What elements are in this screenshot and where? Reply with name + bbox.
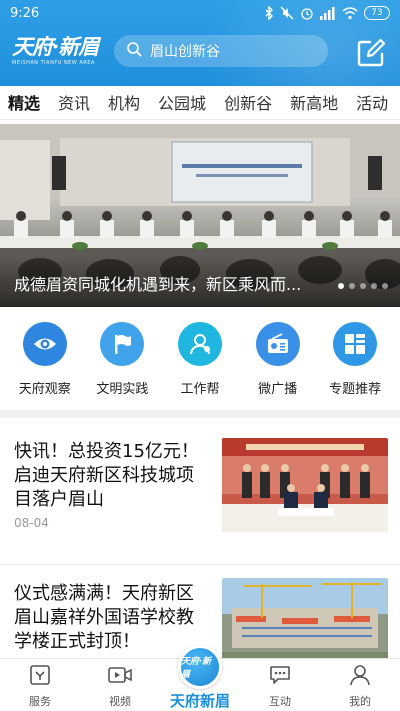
banner-carousel[interactable]: 成德眉资同城化机遇到来，新区乘风而... bbox=[0, 124, 400, 307]
tab-gongyuancheng[interactable]: 公园城 bbox=[158, 90, 206, 114]
news-title: 快讯！总投资15亿元！启迪天府新区科技城项目落户眉山 bbox=[14, 441, 199, 510]
profile-icon bbox=[349, 664, 371, 690]
news-item[interactable]: 快讯！总投资15亿元！启迪天府新区科技城项目落户眉山 08-04 bbox=[0, 438, 400, 558]
edit-button[interactable] bbox=[356, 38, 386, 68]
mute-icon bbox=[280, 6, 294, 20]
quick-entry-topics[interactable]: 专题推荐 bbox=[317, 318, 393, 404]
nav-label: 互动 bbox=[269, 695, 291, 708]
nav-label: 天府新眉 bbox=[169, 692, 230, 710]
bottom-navigation: 服务 视频 天府·新眉 天府新眉 互动 我的 bbox=[0, 645, 400, 711]
signal-icon bbox=[320, 6, 336, 20]
tab-chuangxingu[interactable]: 创新谷 bbox=[224, 90, 272, 114]
quick-entry-tianfu-observe[interactable]: 天府观察 bbox=[7, 318, 83, 404]
nav-interact[interactable]: 互动 bbox=[240, 659, 320, 711]
alarm-icon bbox=[300, 6, 314, 20]
search-icon bbox=[126, 41, 142, 61]
nav-label: 视频 bbox=[109, 695, 131, 708]
quick-entry-civilization[interactable]: 文明实践 bbox=[84, 318, 160, 404]
nav-home[interactable]: 天府·新眉 天府新眉 bbox=[160, 645, 240, 711]
search-input[interactable]: 眉山创新谷 bbox=[114, 35, 328, 67]
carousel-dot bbox=[349, 283, 355, 289]
app-bar: 天府·新眉 MEISHAN TIANFU NEW AREA 眉山创新谷 bbox=[0, 26, 400, 80]
status-time: 9:26 bbox=[10, 5, 40, 21]
news-date: 08-04 bbox=[14, 516, 49, 530]
logo-text: 天府·新眉 bbox=[12, 34, 99, 59]
flag-icon bbox=[100, 322, 145, 366]
bluetooth-icon bbox=[264, 6, 274, 20]
app-logo: 天府·新眉 MEISHAN TIANFU NEW AREA bbox=[12, 31, 108, 75]
news-divider bbox=[0, 564, 400, 565]
carousel-dot bbox=[382, 283, 388, 289]
nav-profile[interactable]: 我的 bbox=[320, 659, 400, 711]
tab-xingaodi[interactable]: 新高地 bbox=[290, 90, 338, 114]
logo-subtitle: MEISHAN TIANFU NEW AREA bbox=[12, 60, 95, 66]
topic-grid-icon bbox=[333, 322, 378, 366]
eye-icon bbox=[22, 322, 67, 366]
quick-entry-label: 工作帮 bbox=[180, 382, 220, 397]
edit-icon bbox=[356, 38, 386, 72]
tabs-divider bbox=[0, 119, 400, 120]
nav-service[interactable]: 服务 bbox=[0, 659, 80, 711]
quick-entry-micro-broadcast[interactable]: 微广播 bbox=[240, 318, 316, 404]
tab-jingxuan[interactable]: 精选 bbox=[8, 90, 40, 114]
battery-indicator: 73 bbox=[364, 6, 390, 20]
quick-entries: 天府观察 文明实践 工作帮 微广播 专题推荐 bbox=[0, 318, 400, 404]
carousel-dot bbox=[371, 283, 377, 289]
nav-label: 我的 bbox=[349, 695, 371, 708]
status-icons: 73 bbox=[264, 6, 390, 20]
quick-entry-label: 文明实践 bbox=[96, 382, 149, 397]
carousel-indicator bbox=[338, 283, 388, 289]
section-separator bbox=[0, 410, 400, 418]
category-tabs: 精选 资讯 机构 公园城 创新谷 新高地 活动 bbox=[0, 86, 400, 118]
chat-icon bbox=[269, 664, 291, 690]
service-icon bbox=[29, 664, 51, 690]
wifi-icon bbox=[342, 6, 358, 20]
tab-zixun[interactable]: 资讯 bbox=[58, 90, 90, 114]
search-placeholder: 眉山创新谷 bbox=[150, 44, 220, 60]
status-bar: 9:26 73 bbox=[0, 0, 400, 26]
tab-huodong[interactable]: 活动 bbox=[356, 90, 388, 114]
quick-entry-label: 微广播 bbox=[258, 382, 298, 397]
quick-entry-label: 天府观察 bbox=[18, 382, 71, 397]
banner-caption: 成德眉资同城化机遇到来，新区乘风而... bbox=[14, 275, 302, 294]
tab-jigou[interactable]: 机构 bbox=[108, 90, 140, 114]
video-icon bbox=[108, 664, 132, 690]
carousel-dot bbox=[338, 283, 344, 289]
nav-video[interactable]: 视频 bbox=[80, 659, 160, 711]
app-header: 9:26 73 天府·新眉 MEISHAN TIANFU NEW AREA 眉山… bbox=[0, 0, 400, 86]
news-title: 仪式感满满！天府新区眉山嘉祥外国语学校教学楼正式封顶！ bbox=[14, 583, 194, 652]
radio-icon bbox=[255, 322, 300, 366]
user-help-icon bbox=[177, 322, 222, 366]
carousel-dot bbox=[360, 283, 366, 289]
news-thumbnail bbox=[222, 438, 388, 532]
nav-label: 服务 bbox=[29, 695, 51, 708]
quick-entry-work-help[interactable]: 工作帮 bbox=[162, 318, 238, 404]
home-logo-icon: 天府·新眉 bbox=[178, 645, 222, 689]
quick-entry-label: 专题推荐 bbox=[329, 382, 382, 397]
